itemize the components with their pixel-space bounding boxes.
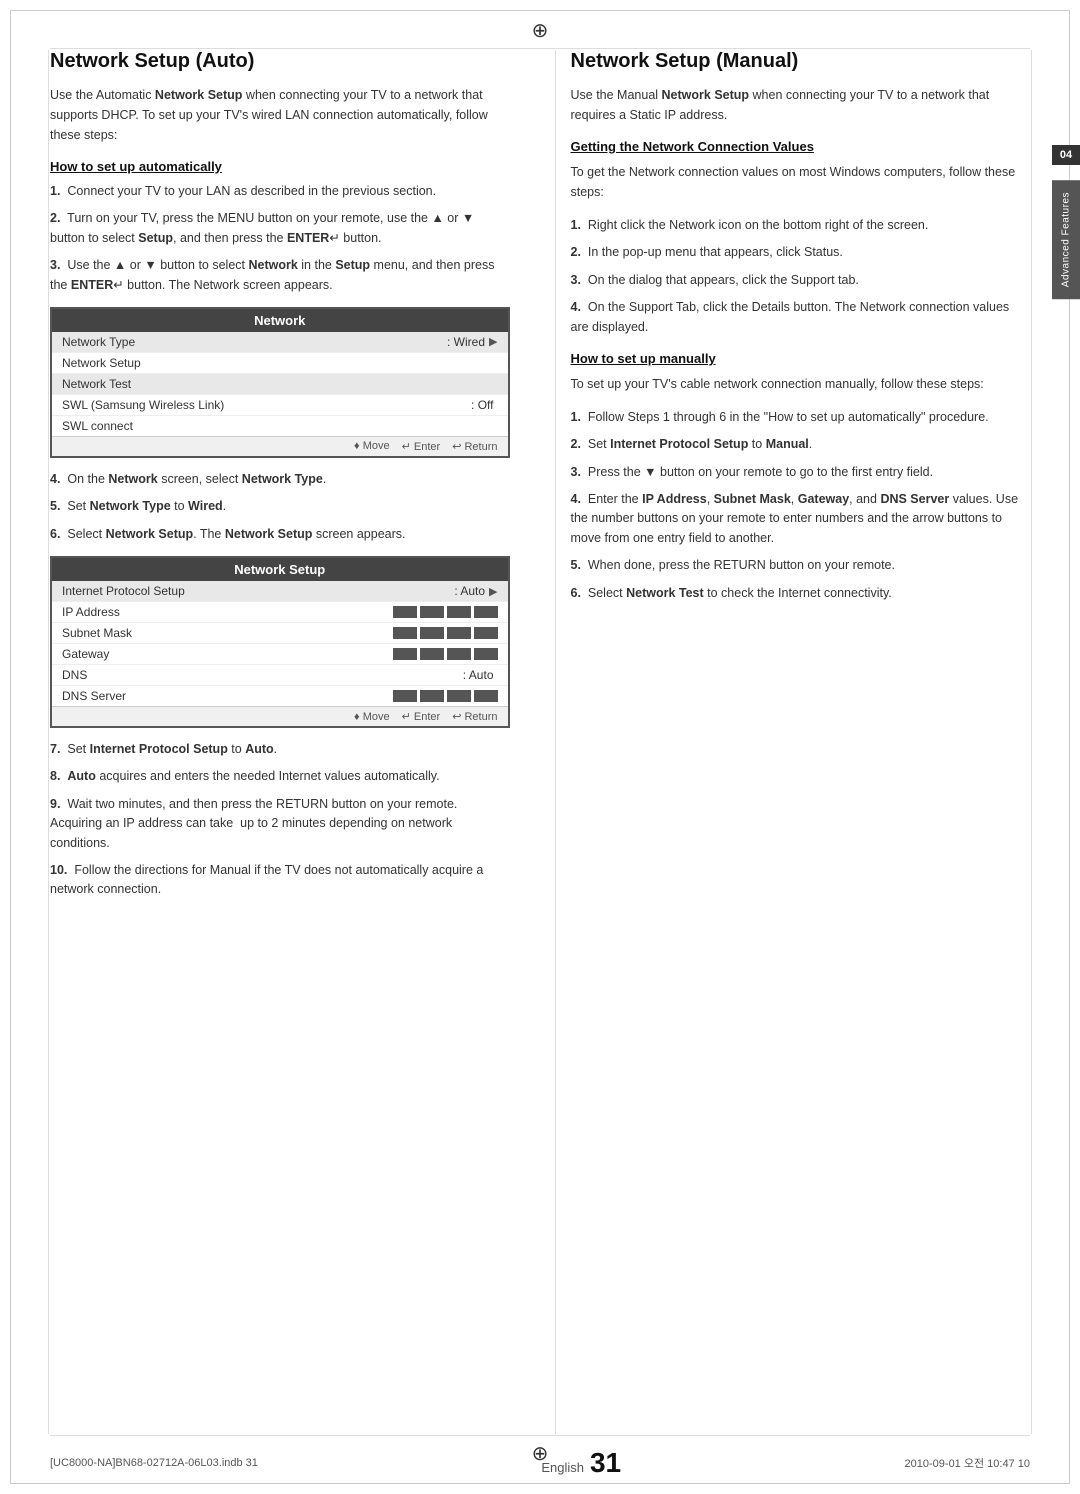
network-setup-box-body: Internet Protocol Setup : Auto ▶ IP Addr… <box>52 581 508 706</box>
right-manual-step-5: 5. When done, press the RETURN button on… <box>571 556 1031 575</box>
subnet-block-4 <box>474 627 498 639</box>
network-box-header: Network <box>52 309 508 332</box>
dns-block-2 <box>420 690 444 702</box>
step-5: 5. Set Network Type to Wired. <box>50 497 510 516</box>
setup-row-dns: DNS : Auto <box>52 665 508 686</box>
subnet-block-2 <box>420 627 444 639</box>
side-tab-label: Advanced Features <box>1052 180 1080 299</box>
footer-date: 2010-09-01 오전 10:47 10 <box>905 1455 1030 1471</box>
setup-row-dns-server: DNS Server <box>52 686 508 706</box>
network-box-body: Network Type : Wired ▶ Network Setup Net… <box>52 332 508 436</box>
compass-top-icon: ⊕ <box>532 18 549 43</box>
right-manual-step-1: 1. Follow Steps 1 through 6 in the "How … <box>571 408 1031 427</box>
step-8: 8. Auto acquires and enters the needed I… <box>50 767 510 786</box>
gateway-block-3 <box>447 648 471 660</box>
ip-block-4 <box>474 606 498 618</box>
right-step-1: 1. Right click the Network icon on the b… <box>571 216 1031 235</box>
main-content: Network Setup (Auto) Use the Automatic N… <box>50 50 1030 1434</box>
network-setup-box-footer: ♦ Move ↵ Enter ↩ Return <box>52 706 508 726</box>
network-row-test: Network Test <box>52 374 508 395</box>
gateway-block-4 <box>474 648 498 660</box>
left-subsection-title: How to set up automatically <box>50 159 510 174</box>
step-2: 2. Turn on your TV, press the MENU butto… <box>50 209 510 248</box>
ip-block-1 <box>393 606 417 618</box>
right-manual-step-2: 2. Set Internet Protocol Setup to Manual… <box>571 435 1031 454</box>
right-subsection2-title: How to set up manually <box>571 351 1031 366</box>
network-setup-box: Network Setup Internet Protocol Setup : … <box>50 556 510 728</box>
setup-row-subnet: Subnet Mask <box>52 623 508 644</box>
right-manual-step-4: 4. Enter the IP Address, Subnet Mask, Ga… <box>571 490 1031 548</box>
right-step-4: 4. On the Support Tab, click the Details… <box>571 298 1031 337</box>
network-row-swl-connect: SWL connect <box>52 416 508 436</box>
dns-block-1 <box>393 690 417 702</box>
footer-file: [UC8000-NA]BN68-02712A-06L03.indb 31 <box>50 1457 258 1469</box>
dns-block-4 <box>474 690 498 702</box>
dns-block-3 <box>447 690 471 702</box>
left-intro: Use the Automatic Network Setup when con… <box>50 85 510 145</box>
network-row-type: Network Type : Wired ▶ <box>52 332 508 353</box>
right-section-title: Network Setup (Manual) <box>571 50 1031 73</box>
network-row-setup: Network Setup <box>52 353 508 374</box>
step-3: 3. Use the ▲ or ▼ button to select Netwo… <box>50 256 510 295</box>
right-subsection1-intro: To get the Network connection values on … <box>571 162 1031 202</box>
right-border-line <box>1031 50 1032 1434</box>
step-10: 10. Follow the directions for Manual if … <box>50 861 510 900</box>
right-manual-step-3: 3. Press the ▼ button on your remote to … <box>571 463 1031 482</box>
right-subsection2-intro: To set up your TV's cable network connec… <box>571 374 1031 394</box>
left-section-title: Network Setup (Auto) <box>50 50 510 73</box>
left-column: Network Setup (Auto) Use the Automatic N… <box>50 50 525 1434</box>
step-1: 1. Connect your TV to your LAN as descri… <box>50 182 510 201</box>
page-number-right: English 31 <box>541 1447 621 1479</box>
ip-block-3 <box>447 606 471 618</box>
network-setup-box-header: Network Setup <box>52 558 508 581</box>
step-7: 7. Set Internet Protocol Setup to Auto. <box>50 740 510 759</box>
top-border-line <box>50 48 1030 49</box>
right-intro: Use the Manual Network Setup when connec… <box>571 85 1031 125</box>
right-step-2: 2. In the pop-up menu that appears, clic… <box>571 243 1031 262</box>
setup-row-ip-protocol: Internet Protocol Setup : Auto ▶ <box>52 581 508 602</box>
step-4: 4. On the Network screen, select Network… <box>50 470 510 489</box>
setup-row-gateway: Gateway <box>52 644 508 665</box>
side-tab-number: 04 <box>1052 145 1080 165</box>
network-box: Network Network Type : Wired ▶ Network S… <box>50 307 510 458</box>
step-6: 6. Select Network Setup. The Network Set… <box>50 525 510 544</box>
ip-block-2 <box>420 606 444 618</box>
network-row-swl: SWL (Samsung Wireless Link) : Off <box>52 395 508 416</box>
compass-bottom-icon: ⊕ <box>532 1441 549 1466</box>
subnet-block-3 <box>447 627 471 639</box>
right-step-3: 3. On the dialog that appears, click the… <box>571 271 1031 290</box>
right-manual-step-6: 6. Select Network Test to check the Inte… <box>571 584 1031 603</box>
setup-row-ip-address: IP Address <box>52 602 508 623</box>
gateway-block-2 <box>420 648 444 660</box>
page-number: 31 <box>590 1447 621 1479</box>
left-border-line <box>48 50 49 1434</box>
right-column: Network Setup (Manual) Use the Manual Ne… <box>555 50 1031 1434</box>
subnet-block-1 <box>393 627 417 639</box>
step-9: 9. Wait two minutes, and then press the … <box>50 795 510 853</box>
network-box-footer: ♦ Move ↵ Enter ↩ Return <box>52 436 508 456</box>
bottom-border-line <box>50 1435 1030 1436</box>
gateway-block-1 <box>393 648 417 660</box>
right-subsection1-title: Getting the Network Connection Values <box>571 139 1031 154</box>
